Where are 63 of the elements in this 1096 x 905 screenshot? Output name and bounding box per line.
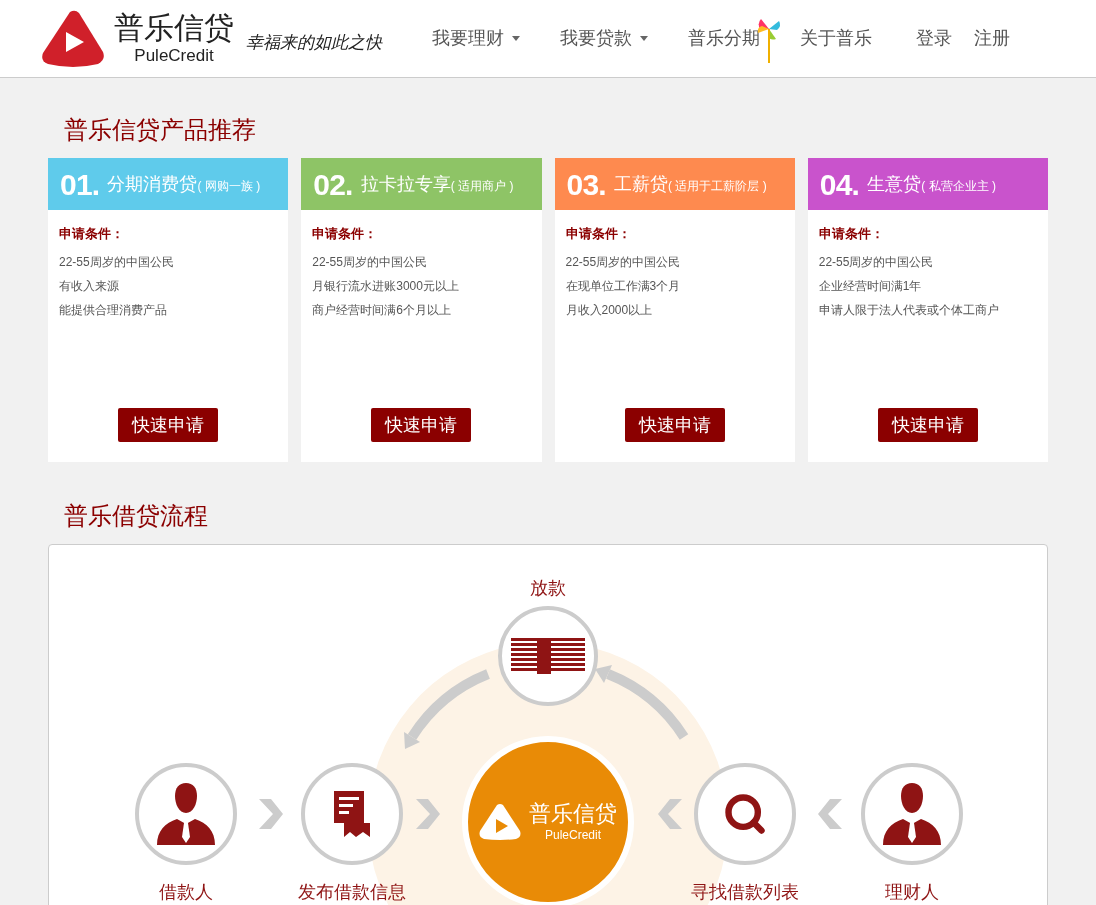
conditions-label: 申请条件： [312, 225, 379, 243]
section-title: 普乐借贷流程 [64, 501, 209, 531]
condition-text: 申请人限于法人代表或个体工商户 [818, 301, 1000, 319]
card-note: ( 网购一族 ) [197, 179, 261, 195]
logo-icon [479, 804, 521, 840]
conditions-label: 申请条件： [818, 225, 885, 243]
nav-link[interactable]: 普乐分期 [688, 25, 760, 52]
card-title: 分期消费贷 [107, 172, 198, 196]
condition-text: 月收入2000以上 [565, 301, 654, 319]
nav-link[interactable]: 关于普乐 [800, 25, 872, 52]
condition-text: 22-55周岁的中国公民 [59, 253, 175, 271]
logo-icon [40, 9, 106, 68]
step-label: 放款 [529, 577, 567, 600]
apply-button[interactable]: 快速申请 [624, 408, 725, 442]
chevron-icon [658, 799, 682, 829]
auth-link[interactable]: 注册 [974, 25, 1010, 52]
section-title: 普乐信贷产品推荐 [64, 115, 257, 145]
nav-link[interactable]: 我要理财 [432, 25, 520, 52]
search-icon [723, 792, 767, 836]
chevron-icon [416, 799, 440, 829]
apply-button[interactable]: 快速申请 [877, 408, 978, 442]
condition-text: 有收入来源 [59, 277, 120, 295]
chevron-icon [259, 799, 283, 829]
card-number: 02. [313, 166, 353, 203]
card-title: 拉卡拉专享 [360, 172, 451, 196]
brand-name: 普乐信贷 [529, 803, 617, 825]
apply-button[interactable]: 快速申请 [118, 408, 219, 442]
card-number: 03. [566, 166, 606, 203]
card-number: 04. [819, 166, 860, 203]
nav-link[interactable]: 我要贷款 [560, 25, 648, 52]
person-icon [157, 783, 215, 845]
brand-subtitle: PuleCredit [134, 47, 214, 64]
condition-text: 22-55周岁的中国公民 [818, 253, 935, 271]
brand-subtitle: PuleCredit [545, 829, 601, 841]
condition-text: 能提供合理消费产品 [59, 301, 168, 319]
caret-icon [640, 36, 648, 41]
auth-link[interactable]: 登录 [916, 25, 952, 52]
step-label: 寻找借款列表 [690, 881, 800, 904]
person-icon [883, 783, 941, 845]
condition-text: 商户经营时间满6个月以上 [312, 301, 452, 319]
apply-button[interactable]: 快速申请 [371, 408, 472, 442]
step-label: 发布借款信息 [297, 881, 407, 904]
card-title: 工薪贷 [613, 172, 668, 196]
brand-name: 普乐信贷 [114, 13, 234, 43]
card-note: ( 适用商户 ) [450, 179, 514, 195]
card-note: ( 私营企业主 ) [921, 179, 996, 195]
condition-text: 企业经营时间满1年 [818, 277, 923, 295]
money-stack-icon [511, 638, 585, 674]
card-title: 生意贷 [867, 172, 922, 196]
condition-text: 22-55周岁的中国公民 [565, 253, 682, 271]
step-label: 借款人 [158, 881, 214, 904]
slogan: 幸福来的如此之快 [246, 30, 382, 54]
conditions-label: 申请条件： [565, 225, 632, 243]
card-number: 01. [60, 166, 100, 203]
conditions-label: 申请条件： [59, 225, 125, 243]
card-note: ( 适用于工薪阶层 ) [667, 179, 767, 195]
chevron-icon [818, 799, 842, 829]
step-label: 理财人 [884, 881, 940, 904]
condition-text: 月银行流水进账3000元以上 [312, 277, 460, 295]
condition-text: 22-55周岁的中国公民 [312, 253, 428, 271]
caret-icon [512, 36, 520, 41]
condition-text: 在现单位工作满3个月 [565, 277, 682, 295]
document-icon [334, 791, 370, 837]
